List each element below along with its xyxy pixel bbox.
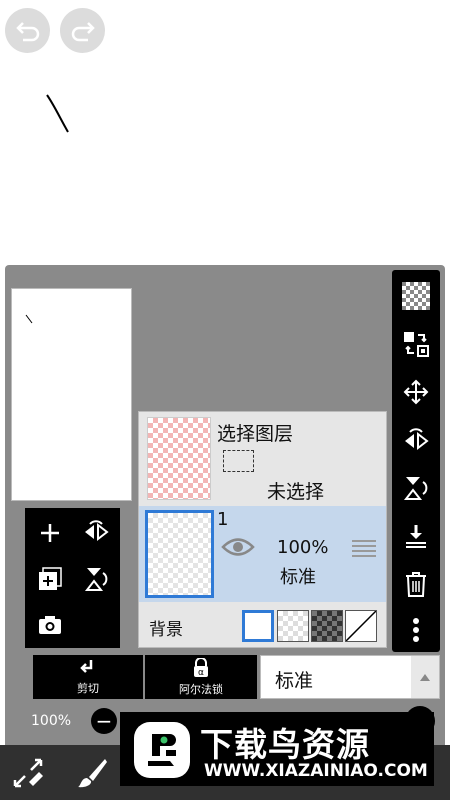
brush-icon [78, 759, 107, 788]
alpha-lock-button[interactable]: α 阿尔法锁 [145, 655, 257, 699]
redo-icon [71, 21, 95, 41]
canvas-stroke [46, 94, 69, 133]
blend-mode-select[interactable]: 标准 [260, 655, 440, 699]
opacity-decrease-button[interactable]: − [91, 708, 117, 734]
flip-horizontal-icon [405, 428, 429, 451]
flip-vertical-icon [403, 477, 428, 500]
duplicate-layer-button[interactable] [27, 556, 72, 601]
more-icon [413, 618, 419, 642]
add-layer-icon [40, 523, 59, 542]
trash-icon [406, 572, 426, 597]
clipping-arrow-icon [80, 659, 93, 673]
duplicate-layer-icon [38, 566, 62, 590]
merge-down-icon [406, 525, 426, 548]
layer-tools [25, 508, 120, 648]
background-label: 背景 [149, 620, 183, 640]
layer-action-bar [392, 270, 440, 652]
delete-layer-button[interactable] [392, 562, 440, 606]
selection-layer-thumbnail [147, 417, 211, 500]
watermark-title: 下载鸟资源 [200, 725, 370, 764]
bird-logo-icon [148, 734, 176, 766]
redo-button[interactable] [60, 8, 105, 53]
selection-layer-row[interactable]: 选择图层 未选择 [139, 412, 386, 504]
layer-panel: 选择图层 未选择 1 100% 标准 背景 剪切 α 阿尔法锁 标准 100% … [5, 265, 445, 750]
layer-opacity: 100% [277, 537, 329, 558]
flip-vertical-button[interactable] [392, 466, 440, 510]
swap-layer-button[interactable] [392, 322, 440, 366]
flip-layer-vertical-button[interactable] [73, 556, 118, 601]
layer-row[interactable]: 1 100% 标准 [139, 506, 386, 602]
preview-stroke [25, 314, 33, 324]
layer-list: 选择图层 未选择 1 100% 标准 背景 [138, 411, 387, 648]
eye-icon[interactable] [221, 536, 255, 558]
clipping-label: 剪切 [77, 681, 99, 695]
watermark-logo [134, 722, 190, 778]
merge-down-button[interactable] [392, 514, 440, 558]
brush-tool-button[interactable] [72, 753, 112, 793]
opacity-percent: 100% [31, 713, 72, 729]
background-transparent-option[interactable] [345, 610, 377, 642]
undo-button[interactable] [5, 8, 50, 53]
blend-mode-value: 标准 [275, 670, 314, 692]
camera-icon [38, 615, 61, 634]
move-layer-button[interactable] [392, 370, 440, 414]
alpha-lock-label: 阿尔法锁 [179, 682, 223, 696]
flip-horizontal-button[interactable] [392, 418, 440, 462]
lock-icon: α [194, 657, 208, 678]
watermark-banner: 下载鸟资源 WWW.XIAZAINIAO.COM [120, 712, 434, 786]
move-icon [403, 379, 429, 405]
background-dark-option[interactable] [311, 610, 343, 642]
selection-marquee-icon [223, 450, 254, 472]
clipping-button[interactable]: 剪切 [33, 655, 143, 699]
drag-handle-icon[interactable] [351, 538, 377, 558]
background-white-option[interactable] [242, 610, 274, 642]
background-row: 背景 [139, 606, 386, 647]
selection-layer-title: 选择图层 [217, 423, 294, 445]
background-checker-option[interactable] [277, 610, 309, 642]
chevron-up-icon [420, 674, 430, 681]
layer-thumbnail [145, 510, 214, 598]
checker-icon [402, 282, 430, 310]
flip-layer-horizontal-button[interactable] [73, 510, 118, 555]
blend-mode-dropdown-arrow[interactable] [411, 656, 439, 698]
flip-horizontal-icon [84, 519, 109, 541]
more-options-button[interactable] [392, 608, 440, 652]
transform-icon [13, 758, 43, 788]
flip-vertical-icon [84, 567, 107, 591]
add-layer-button[interactable] [27, 510, 72, 555]
transform-tool-button[interactable] [8, 753, 48, 793]
svg-text:α: α [198, 668, 204, 678]
layer-number: 1 [217, 509, 229, 530]
transparency-button[interactable] [392, 274, 440, 318]
canvas-preview[interactable] [11, 288, 132, 501]
layer-blend-mode: 标准 [280, 567, 316, 588]
watermark-url: WWW.XIAZAINIAO.COM [204, 761, 428, 781]
swap-layer-icon [404, 332, 429, 357]
undo-icon [15, 21, 39, 41]
transparent-slash-icon [345, 610, 377, 642]
import-photo-button[interactable] [27, 602, 72, 647]
selection-status: 未选择 [267, 481, 325, 503]
